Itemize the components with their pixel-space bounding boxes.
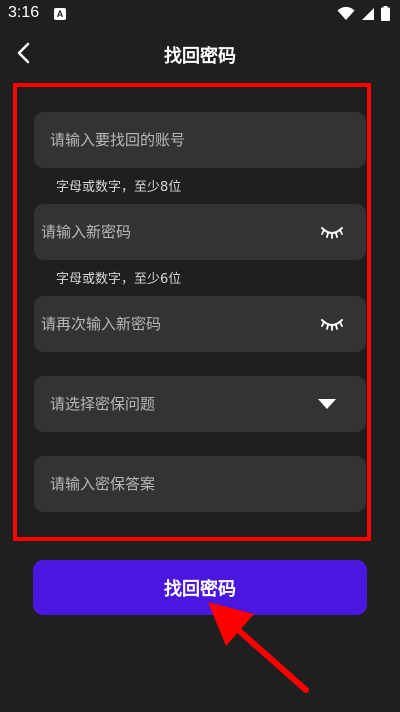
status-bar: 3:16 A xyxy=(0,0,400,28)
caret-down-icon[interactable] xyxy=(318,399,336,409)
security-question-placeholder: 请选择密保问题 xyxy=(50,395,156,413)
security-question-select[interactable]: 请选择密保问题 xyxy=(34,376,366,432)
eye-closed-icon[interactable] xyxy=(320,222,344,242)
eye-closed-icon[interactable] xyxy=(320,314,344,334)
submit-button[interactable]: 找回密码 xyxy=(33,560,367,615)
battery-icon xyxy=(381,6,390,21)
notification-icon: A xyxy=(54,8,66,20)
new-password-hint: 字母或数字，至少6位 xyxy=(56,272,182,287)
account-field[interactable] xyxy=(34,112,366,168)
wifi-icon xyxy=(337,6,355,20)
security-answer-input[interactable] xyxy=(34,456,366,512)
security-answer-field[interactable] xyxy=(34,456,366,512)
account-hint: 字母或数字，至少8位 xyxy=(56,180,182,195)
confirm-password-field[interactable] xyxy=(34,296,366,352)
page-title: 找回密码 xyxy=(164,46,236,67)
confirm-password-input[interactable] xyxy=(34,296,366,352)
system-icons xyxy=(337,6,390,21)
status-time: 3:16 xyxy=(8,4,40,21)
signal-icon xyxy=(362,7,374,20)
account-input[interactable] xyxy=(34,112,366,168)
app-header: 找回密码 xyxy=(0,28,400,78)
new-password-field[interactable] xyxy=(34,204,366,260)
new-password-input[interactable] xyxy=(34,204,366,260)
